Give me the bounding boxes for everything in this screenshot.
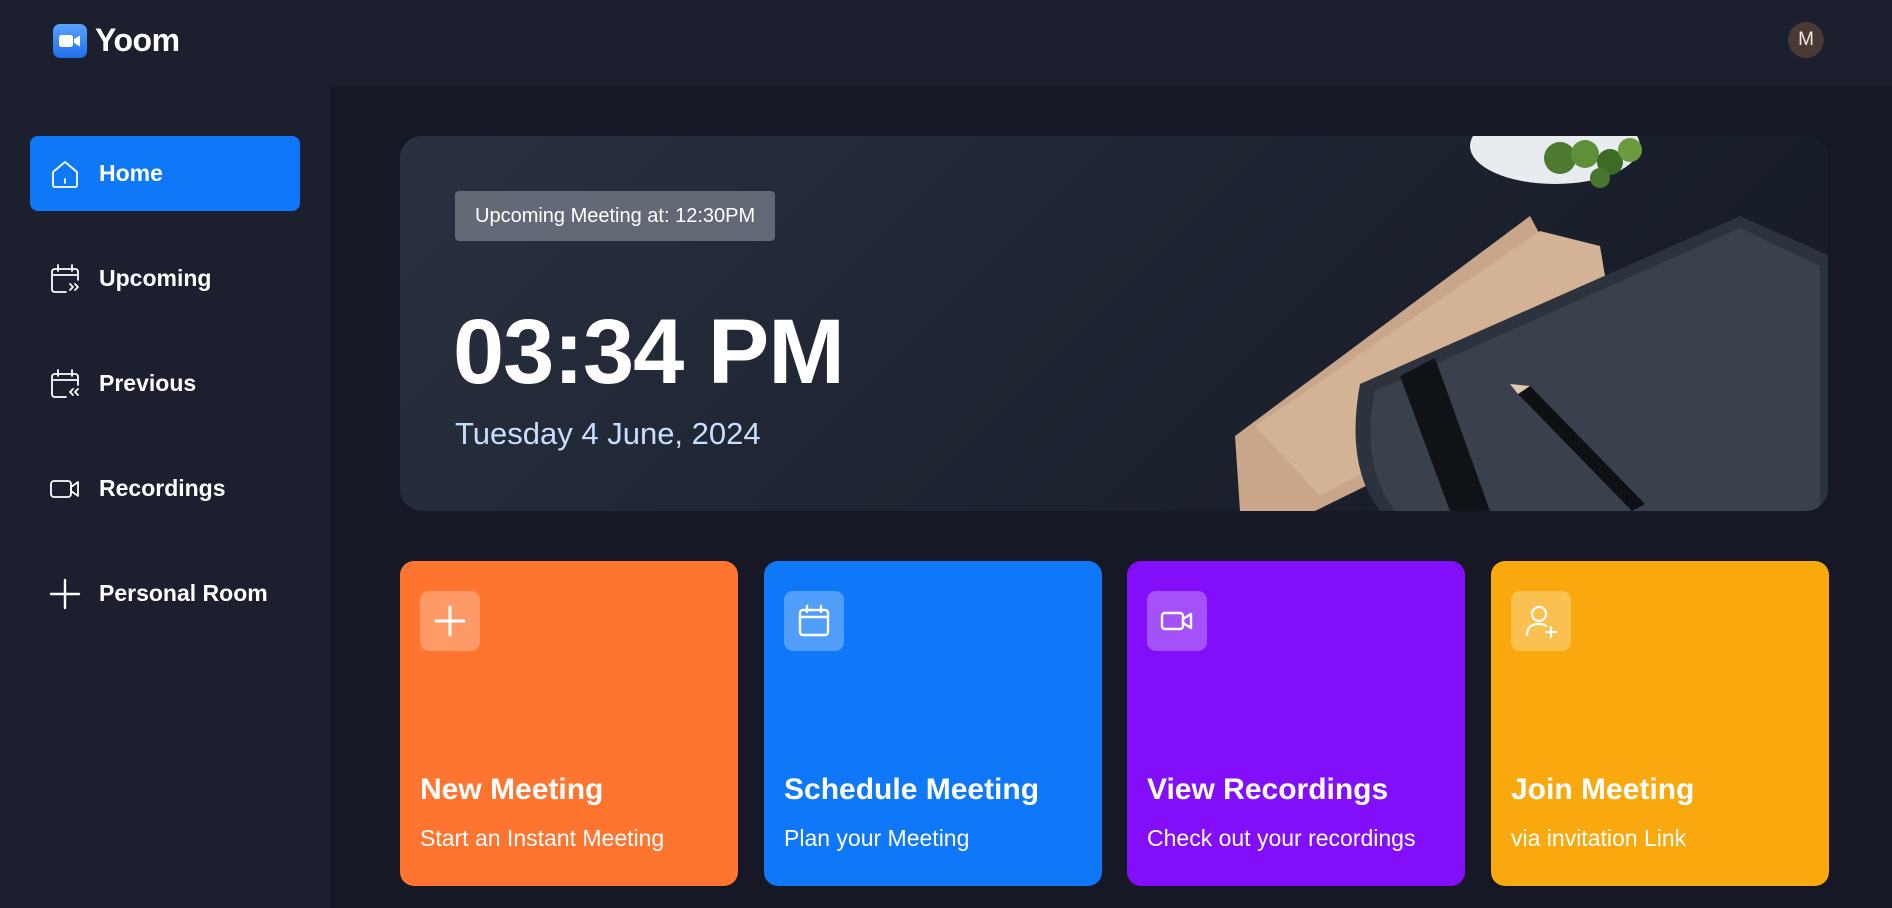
app-logo[interactable]: Yoom bbox=[53, 22, 180, 59]
sidebar-item-label: Personal Room bbox=[99, 580, 268, 606]
hero-banner: Upcoming Meeting at: 12:30PM 03:34 PM Tu… bbox=[400, 136, 1828, 511]
sidebar-item-label: Home bbox=[99, 160, 163, 186]
sidebar-item-previous[interactable]: Previous bbox=[30, 346, 300, 421]
sidebar-item-upcoming[interactable]: Upcoming bbox=[30, 241, 300, 316]
card-subtitle: Check out your recordings bbox=[1147, 825, 1416, 851]
sidebar-item-personal-room[interactable]: Personal Room bbox=[30, 556, 300, 631]
view-recordings-card[interactable]: View Recordings Check out your recording… bbox=[1127, 561, 1465, 886]
top-bar: Yoom M bbox=[0, 0, 1892, 86]
sidebar: Home Upcoming Previous Recordings Person… bbox=[0, 86, 330, 908]
current-time: 03:34 PM bbox=[453, 301, 845, 403]
calendar-previous-icon bbox=[51, 368, 79, 398]
card-title: New Meeting bbox=[420, 773, 604, 806]
calendar-upcoming-icon bbox=[51, 263, 79, 293]
card-subtitle: via invitation Link bbox=[1511, 825, 1687, 851]
card-title: Join Meeting bbox=[1511, 773, 1695, 806]
video-icon bbox=[50, 479, 79, 498]
user-plus-icon bbox=[1511, 591, 1571, 651]
sidebar-item-label: Recordings bbox=[99, 475, 226, 501]
card-title: Schedule Meeting bbox=[784, 773, 1040, 806]
card-subtitle: Start an Instant Meeting bbox=[420, 825, 665, 851]
calendar-icon bbox=[784, 591, 844, 651]
video-camera-logo-icon bbox=[53, 23, 87, 58]
sidebar-item-recordings[interactable]: Recordings bbox=[30, 451, 300, 526]
schedule-meeting-card[interactable]: Schedule Meeting Plan your Meeting bbox=[764, 561, 1102, 886]
video-icon bbox=[1147, 591, 1207, 651]
sidebar-item-home[interactable]: Home bbox=[30, 136, 300, 211]
new-meeting-card[interactable]: New Meeting Start an Instant Meeting bbox=[400, 561, 738, 886]
plus-icon bbox=[420, 591, 480, 651]
sidebar-item-label: Upcoming bbox=[99, 265, 212, 291]
home-icon bbox=[52, 160, 78, 188]
card-title: View Recordings bbox=[1147, 773, 1389, 806]
sidebar-item-label: Previous bbox=[99, 370, 197, 396]
user-avatar[interactable]: M bbox=[1788, 22, 1824, 58]
join-meeting-card[interactable]: Join Meeting via invitation Link bbox=[1491, 561, 1829, 886]
card-subtitle: Plan your Meeting bbox=[784, 825, 970, 851]
current-date: Tuesday 4 June, 2024 bbox=[455, 416, 761, 451]
plus-icon bbox=[49, 578, 81, 609]
upcoming-meeting-badge: Upcoming Meeting at: 12:30PM bbox=[455, 191, 776, 241]
app-name: Yoom bbox=[95, 22, 180, 58]
